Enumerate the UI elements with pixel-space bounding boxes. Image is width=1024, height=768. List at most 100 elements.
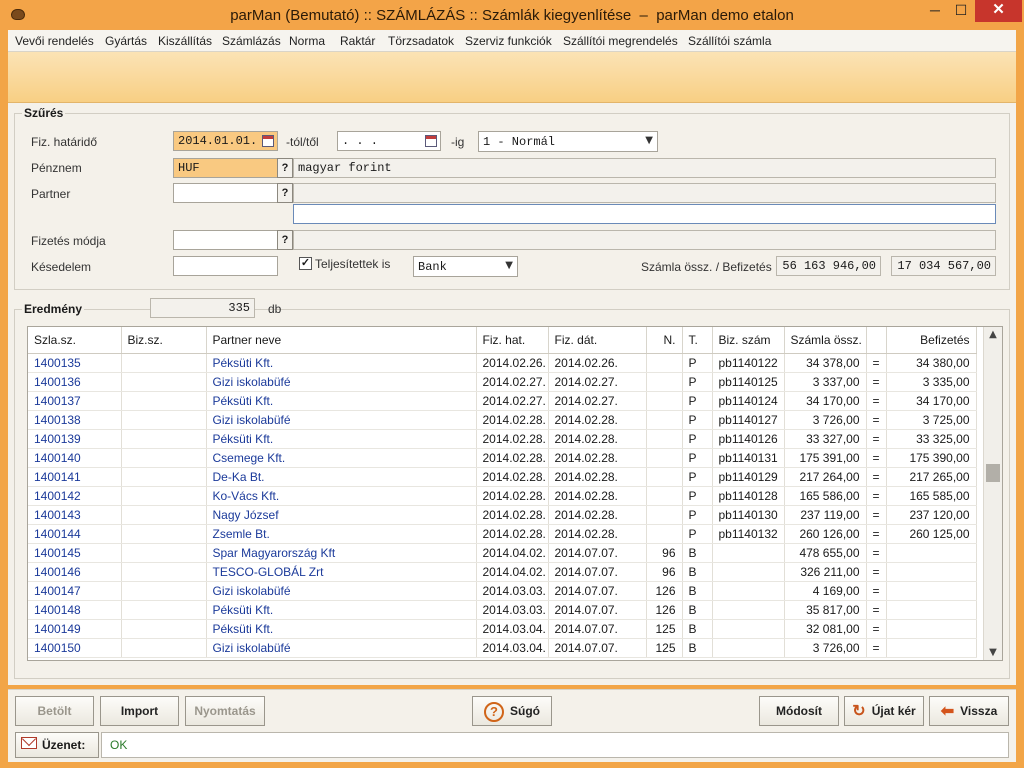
cell-biz-sz (121, 543, 207, 563)
window-title: parMan (Bemutató) :: SZÁMLÁZÁS :: Számlá… (230, 7, 794, 24)
type-select[interactable]: 1 - Normál ▼ (478, 131, 658, 152)
cell-szamla-ossz: 175 391,00 (784, 448, 867, 468)
calendar-icon[interactable] (262, 135, 274, 147)
menu-item-torzsadatok[interactable]: Törzsadatok (388, 34, 454, 48)
menu-item-szamlazas[interactable]: Számlázás (222, 34, 281, 48)
status-bar: Üzenet: OK (8, 729, 1016, 762)
col-header-n[interactable]: N. (646, 327, 683, 354)
cell-partner-neve: Gizi iskolabüfé (206, 581, 477, 601)
cell-biz-szam: pb1140124 (712, 391, 785, 411)
table-row[interactable]: 1400143 Nagy József 2014.02.28. 2014.02.28.… (28, 505, 977, 525)
table-row[interactable]: 1400135 Péksüti Kft. 2014.02.26. 2014.02.26… (28, 353, 977, 373)
col-header-szamla-ossz[interactable]: Számla össz. (784, 327, 867, 354)
cell-szamla-ossz: 3 726,00 (784, 410, 867, 430)
currency-code-field[interactable]: HUF (173, 158, 278, 178)
menu-item-szallitoi-megrendeles[interactable]: Szállítói megrendelés (563, 34, 678, 48)
cell-compare: = (866, 448, 887, 468)
cell-fiz-dat: 2014.07.07. (548, 543, 647, 563)
delay-field[interactable] (173, 256, 278, 276)
cell-fiz-dat: 2014.07.07. (548, 581, 647, 601)
calendar-icon[interactable] (425, 135, 437, 147)
menu-item-vevoi-rendeles[interactable]: Vevői rendelés (15, 34, 94, 48)
col-header-t[interactable]: T. (682, 327, 713, 354)
type-select-value: 1 - Normál (483, 135, 556, 149)
menu-item-szallitoi-szamla[interactable]: Szállítói számla (688, 34, 771, 48)
table-row[interactable]: 1400145 Spar Magyarország Kft 2014.04.02. 2… (28, 543, 977, 563)
cell-szla-sz: 1400147 (28, 581, 122, 601)
menu-item-kiszallitas[interactable]: Kiszállítás (158, 34, 212, 48)
cell-befizetes: 217 265,00 (886, 467, 977, 487)
col-header-biz-szam[interactable]: Biz. szám (712, 327, 785, 354)
table-row[interactable]: 1400136 Gizi iskolabüfé 2014.02.27. 2014.02… (28, 372, 977, 392)
cell-t: P (682, 372, 713, 392)
cell-befizetes: 34 170,00 (886, 391, 977, 411)
table-row[interactable]: 1400147 Gizi iskolabüfé 2014.03.03. 2014.07… (28, 581, 977, 601)
table-row[interactable]: 1400142 Ko-Vács Kft. 2014.02.28. 2014.02.28… (28, 486, 977, 506)
col-header-szla-sz[interactable]: Szla.sz. (28, 327, 122, 354)
cell-fiz-hat: 2014.03.04. (476, 638, 549, 658)
close-button[interactable]: ✕ (975, 0, 1022, 22)
table-row[interactable]: 1400137 Péksüti Kft. 2014.02.27. 2014.02.27… (28, 391, 977, 411)
cell-fiz-dat: 2014.07.07. (548, 638, 647, 658)
partner-address-field[interactable] (293, 204, 996, 224)
table-row[interactable]: 1400146 TESCO-GLOBÁL Zrt 2014.04.02. 2014.0… (28, 562, 977, 582)
table-header-row: Szla.sz. Biz.sz. Partner neve Fiz. hat. … (28, 327, 977, 354)
minimize-button[interactable]: ─ (922, 0, 948, 22)
table-row[interactable]: 1400148 Péksüti Kft. 2014.03.03. 2014.07.07… (28, 600, 977, 620)
menu-item-raktar[interactable]: Raktár (340, 34, 375, 48)
cell-n: 125 (646, 638, 683, 658)
partner-field[interactable] (173, 183, 278, 203)
cell-fiz-dat: 2014.02.28. (548, 448, 647, 468)
table-row[interactable]: 1400144 Zsemle Bt. 2014.02.28. 2014.02.28. P… (28, 524, 977, 544)
new-request-button[interactable]: ↻ Újat kér (844, 696, 924, 726)
menu-item-szerviz-funkciok[interactable]: Szerviz funkciók (465, 34, 552, 48)
col-header-befizetes[interactable]: Befizetés (886, 327, 977, 354)
help-button[interactable]: ? Súgó (472, 696, 552, 726)
table-row[interactable]: 1400149 Péksüti Kft. 2014.03.04. 2014.07.07… (28, 619, 977, 639)
table-row[interactable]: 1400140 Csemege Kft. 2014.02.28. 2014.02.28… (28, 448, 977, 468)
print-button[interactable]: Nyomtatás (185, 696, 265, 726)
cell-t: B (682, 543, 713, 563)
cell-partner-neve: Gizi iskolabüfé (206, 638, 477, 658)
payment-method-field[interactable] (173, 230, 278, 250)
cell-compare: = (866, 486, 887, 506)
maximize-button[interactable]: ☐ (948, 0, 974, 22)
modify-button[interactable]: Módosít (759, 696, 839, 726)
table-row[interactable]: 1400139 Péksüti Kft. 2014.02.28. 2014.02.28… (28, 429, 977, 449)
col-header-fiz-hat[interactable]: Fiz. hat. (476, 327, 549, 354)
cell-biz-szam (712, 600, 785, 620)
col-header-partner-neve[interactable]: Partner neve (206, 327, 477, 354)
menu-item-norma[interactable]: Norma (289, 34, 325, 48)
cell-fiz-hat: 2014.02.26. (476, 353, 549, 373)
col-header-biz-sz[interactable]: Biz.sz. (121, 327, 207, 354)
cell-compare: = (866, 524, 887, 544)
load-button[interactable]: Betölt (15, 696, 94, 726)
cell-biz-sz (121, 638, 207, 658)
table-scrollbar[interactable]: ▲ ▼ (983, 327, 1002, 660)
currency-lookup-button[interactable]: ? (277, 158, 293, 178)
col-header-compare[interactable] (866, 327, 887, 354)
payment-type-select[interactable]: Bank ▼ (413, 256, 518, 277)
table-row[interactable]: 1400150 Gizi iskolabüfé 2014.03.04. 2014.07… (28, 638, 977, 658)
scroll-down-icon[interactable]: ▼ (984, 647, 1002, 658)
cell-partner-neve: Péksüti Kft. (206, 429, 477, 449)
col-header-fiz-dat[interactable]: Fiz. dát. (548, 327, 647, 354)
cell-partner-neve: Péksüti Kft. (206, 619, 477, 639)
table-row[interactable]: 1400141 De-Ka Bt. 2014.02.28. 2014.02.28. Pp… (28, 467, 977, 487)
cell-compare: = (866, 391, 887, 411)
scroll-thumb[interactable] (986, 464, 1000, 482)
cell-fiz-hat: 2014.03.03. (476, 600, 549, 620)
cell-n: 96 (646, 543, 683, 563)
scroll-up-icon[interactable]: ▲ (984, 329, 1002, 340)
menu-item-gyartas[interactable]: Gyártás (105, 34, 147, 48)
cell-befizetes (886, 638, 977, 658)
cell-biz-sz (121, 581, 207, 601)
partner-lookup-button[interactable]: ? (277, 183, 293, 203)
back-button[interactable]: ⬅ Vissza (929, 696, 1009, 726)
payment-method-lookup-button[interactable]: ? (277, 230, 293, 250)
arrow-left-icon: ⬅ (940, 702, 955, 720)
table-row[interactable]: 1400138 Gizi iskolabüfé 2014.02.28. 2014.02… (28, 410, 977, 430)
completed-checkbox[interactable]: ✓ (299, 257, 312, 270)
results-table[interactable]: Szla.sz. Biz.sz. Partner neve Fiz. hat. … (27, 326, 1003, 661)
import-button[interactable]: Import (100, 696, 179, 726)
